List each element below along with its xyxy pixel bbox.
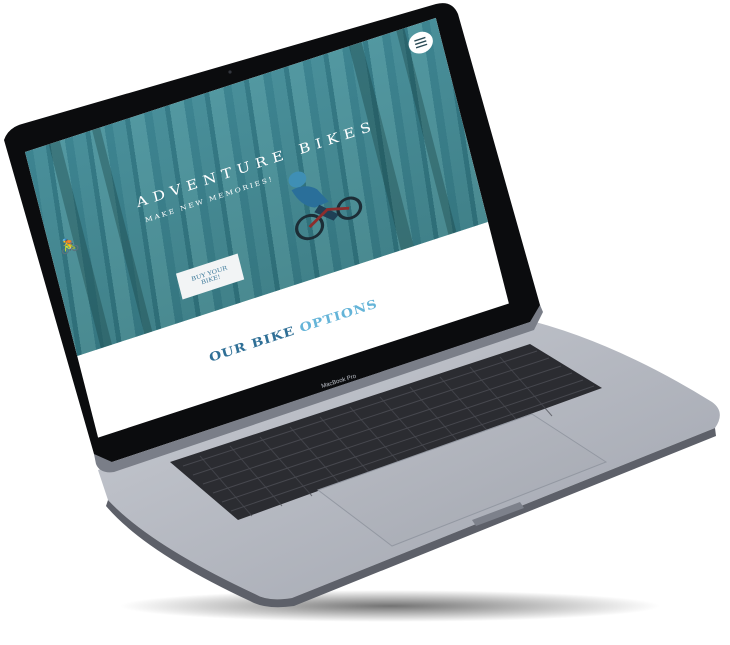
camera-icon — [228, 70, 232, 74]
floor-shadow — [120, 590, 660, 622]
buy-your-bike-button[interactable]: BUY YOUR BIKE! — [175, 253, 245, 300]
